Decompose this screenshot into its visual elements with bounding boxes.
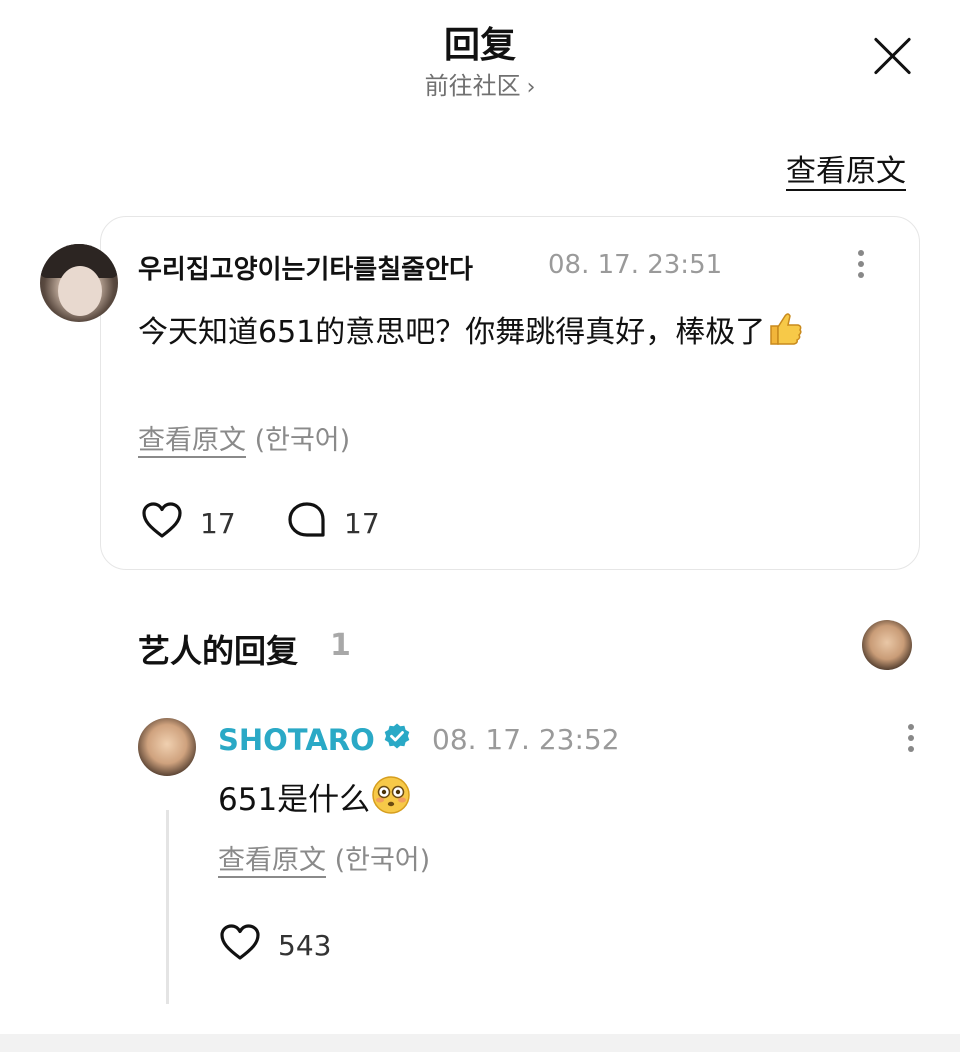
verified-badge-icon (383, 722, 411, 757)
like-count: 543 (278, 929, 332, 962)
community-link-label: 前往社区 (424, 72, 521, 100)
thumbs-up-icon (765, 308, 805, 368)
artist-translate-row: 查看原文 (한국어) (218, 838, 430, 877)
close-button[interactable] (866, 30, 918, 82)
translate-row: 查看原文 (한국어) (138, 418, 350, 457)
thread-line (166, 810, 169, 1004)
comment-bubble-icon (286, 500, 328, 547)
original-language: (한국어) (334, 845, 431, 876)
artist-replies-title: 艺人的回复 (138, 632, 299, 670)
artist-avatar[interactable] (138, 718, 196, 776)
reply-count: 17 (344, 507, 380, 540)
like-button[interactable]: 17 (140, 500, 236, 547)
artist-reply-timestamp: 08. 17. 23:52 (432, 723, 620, 756)
view-original-link[interactable]: 查看原文 (138, 425, 246, 456)
avatar[interactable] (40, 244, 118, 322)
comment-username[interactable]: 우리집고양이는기타를칠줄안다 (138, 249, 473, 286)
chevron-right-icon: › (526, 75, 536, 100)
more-options-icon[interactable] (906, 724, 916, 758)
heart-icon (140, 500, 184, 547)
community-link[interactable]: 前往社区 › (0, 66, 960, 101)
bottom-divider (0, 1034, 960, 1052)
artist-like-button[interactable]: 543 (218, 922, 331, 969)
comment-text-body: 今天知道651的意思吧？你舞跳得真好，棒极了 (138, 315, 766, 350)
reply-button[interactable]: 17 (286, 500, 380, 547)
artist-username-label: SHOTARO (218, 722, 375, 757)
artist-replies-count: 1 (330, 628, 351, 663)
view-original-link[interactable]: 查看原文 (218, 845, 326, 876)
artist-reply-body: 651是什么 (218, 782, 371, 818)
like-count: 17 (200, 507, 236, 540)
artist-avatar-small[interactable] (862, 620, 912, 670)
comment-text: 今天知道651的意思吧？你舞跳得真好，棒极了 (138, 304, 888, 368)
page-title: 回复 (443, 25, 516, 66)
artist-username[interactable]: SHOTARO (218, 722, 411, 757)
more-options-icon[interactable] (856, 250, 866, 284)
comment-timestamp: 08. 17. 23:51 (548, 250, 723, 280)
flushed-face-icon (370, 774, 412, 834)
heart-icon (218, 922, 262, 969)
artist-reply-text: 651是什么 (218, 772, 412, 834)
original-language: (한국어) (254, 425, 351, 456)
view-original-button[interactable]: 查看原文 (786, 146, 906, 190)
